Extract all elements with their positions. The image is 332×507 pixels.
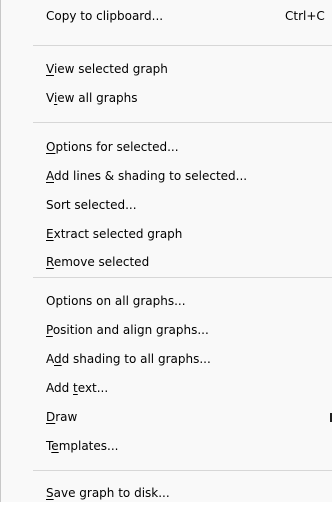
menu-item-label: Add lines & shading to selected... <box>46 169 248 183</box>
menu-item-view-all-graphs[interactable]: View all graphs <box>1 84 332 112</box>
graph-context-menu: Copy to clipboard... Ctrl+C View selecte… <box>0 0 332 502</box>
menu-item-options-for-selected[interactable]: Options for selected... <box>1 133 332 161</box>
menu-separator <box>33 277 332 278</box>
menu-item-remove-selected[interactable]: Remove selected <box>1 248 332 276</box>
shortcut-label: Ctrl+C <box>285 9 325 23</box>
menu-item-add-shading-all-graphs[interactable]: Add shading to all graphs... <box>1 345 332 373</box>
menu-separator <box>33 470 332 471</box>
menu-item-extract-selected-graph[interactable]: Extract selected graph <box>1 220 332 248</box>
menu-item-label: View all graphs <box>46 91 138 105</box>
menu-item-label: Draw <box>46 410 78 424</box>
menu-item-label: Save graph to disk... <box>46 486 170 500</box>
menu-item-label: Options on all graphs... <box>46 294 186 308</box>
menu-item-view-selected-graph[interactable]: View selected graph <box>1 55 332 83</box>
menu-item-templates[interactable]: Templates... <box>1 432 332 460</box>
menu-separator <box>33 45 332 46</box>
menu-item-label: View selected graph <box>46 62 168 76</box>
menu-item-options-on-all-graphs[interactable]: Options on all graphs... <box>1 287 332 315</box>
menu-item-add-text[interactable]: Add text... <box>1 374 332 402</box>
menu-item-position-align-graphs[interactable]: Position and align graphs... <box>1 316 332 344</box>
menu-item-label: Add text... <box>46 381 109 395</box>
menu-item-label: Templates... <box>46 439 119 453</box>
menu-item-add-lines-shading-selected[interactable]: Add lines & shading to selected... <box>1 162 332 190</box>
menu-separator <box>33 122 332 123</box>
menu-item-label: Sort selected... <box>46 198 137 212</box>
menu-item-draw[interactable]: Draw <box>1 403 332 431</box>
menu-item-save-graph-to-disk[interactable]: Save graph to disk... <box>1 479 332 507</box>
menu-item-label: Remove selected <box>46 255 150 269</box>
menu-item-label: Extract selected graph <box>46 227 183 241</box>
menu-item-copy-to-clipboard[interactable]: Copy to clipboard... Ctrl+C <box>1 2 332 30</box>
menu-item-sort-selected[interactable]: Sort selected... <box>1 191 332 219</box>
menu-item-label: Add shading to all graphs... <box>46 352 211 366</box>
menu-item-label: Copy to clipboard... <box>46 9 164 23</box>
menu-item-label: Options for selected... <box>46 140 179 154</box>
menu-item-label: Position and align graphs... <box>46 323 209 337</box>
